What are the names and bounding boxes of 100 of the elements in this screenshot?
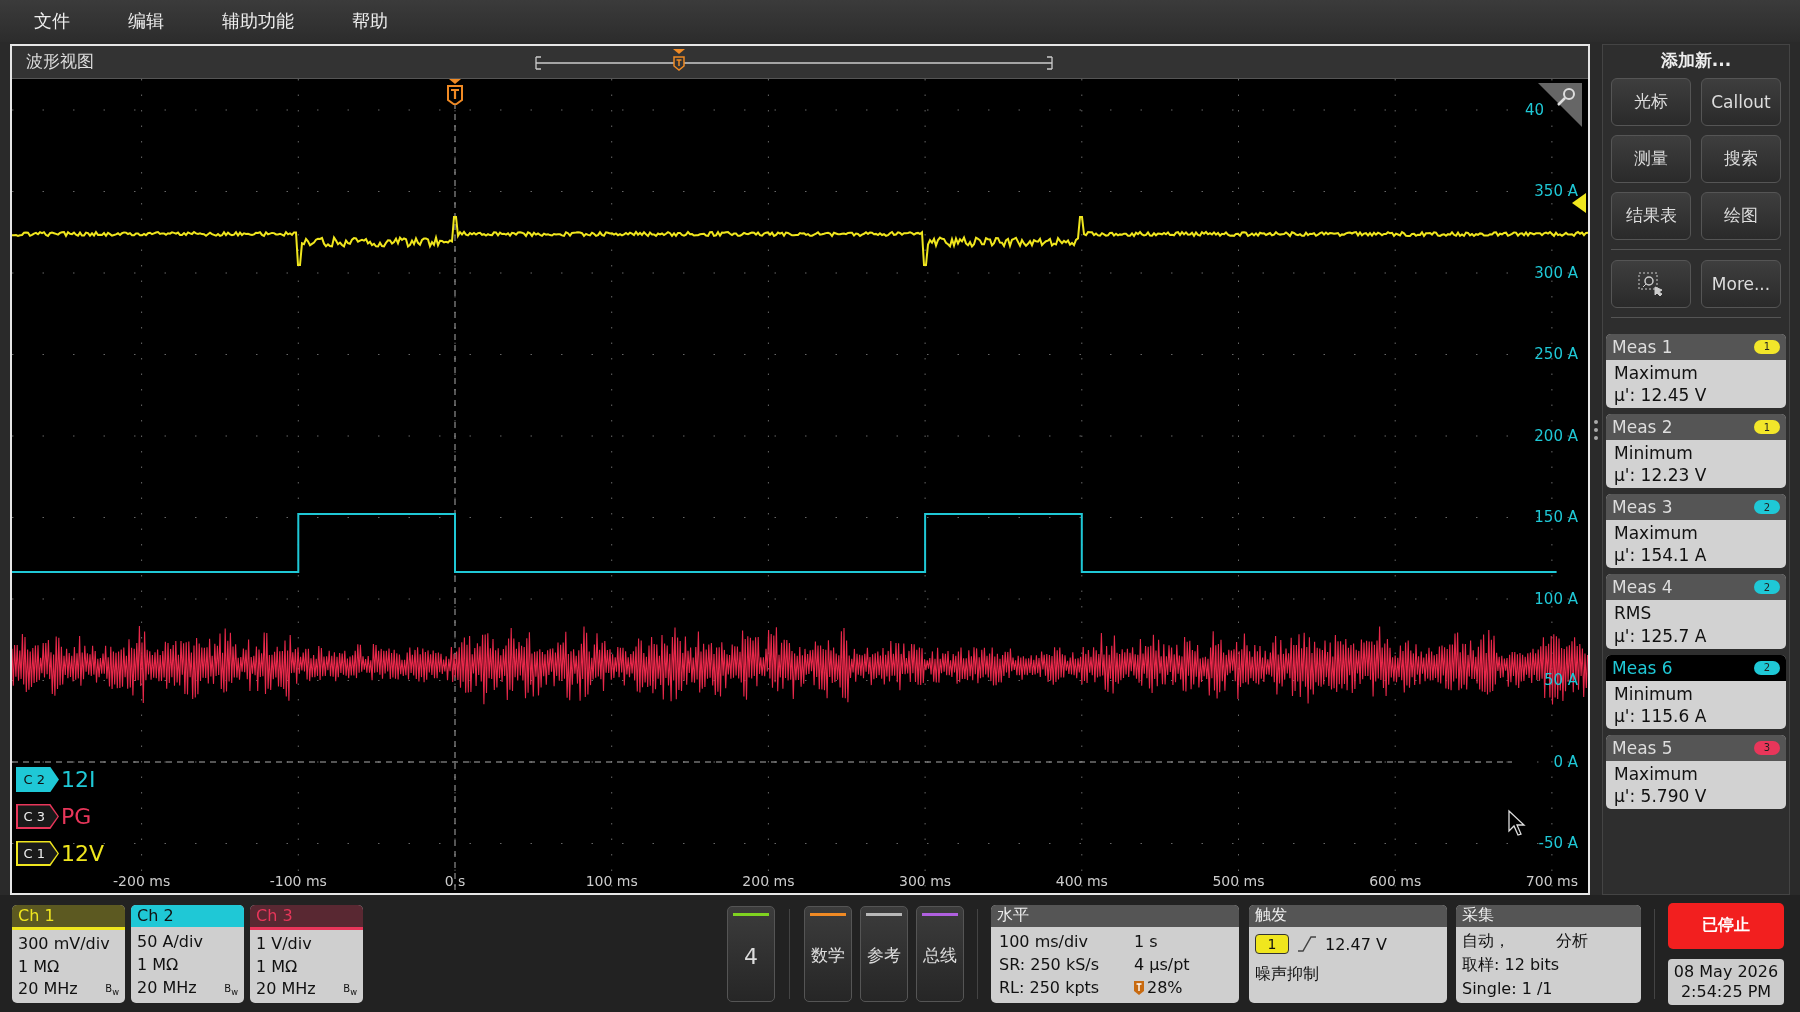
rising-edge-icon: [1297, 936, 1317, 953]
date-text: 08 May 2026: [1673, 962, 1779, 982]
measurement-card[interactable]: Meas 2 1 Minimum µ': 12.23 V: [1606, 414, 1786, 489]
measurement-header[interactable]: Meas 4 2: [1606, 574, 1786, 601]
trigger-marker-icon: [446, 78, 464, 105]
time-text: 2:54:25 PM: [1680, 981, 1772, 1001]
trigger-mode: 噪声抑制: [1255, 964, 1320, 986]
channel-card[interactable]: Ch 3 1 V/div 1 MΩ 20 MHz B$_{w}$: [250, 904, 363, 1003]
measurement-type: Maximum: [1614, 522, 1699, 545]
measurement-card[interactable]: Meas 6 2 Minimum µ': 115.6 A: [1606, 654, 1786, 729]
channel-setting: 20 MHz: [256, 978, 316, 998]
axis-label: 700 ms: [1525, 872, 1578, 889]
horizontal-card[interactable]: 水平 100 ms/div 1 s SR: 250 kS/s 4 µs/pt RL: 250 kpts 28%: [991, 904, 1239, 1003]
measurement-title: Meas 4: [1612, 577, 1673, 598]
add-button[interactable]: 光标: [1611, 77, 1691, 126]
add-button[interactable]: 数学: [804, 905, 852, 1002]
view-title: 波形视图: [25, 50, 94, 74]
axis-label: 400 ms: [1055, 872, 1108, 889]
measurement-card[interactable]: Meas 1 1 Maximum µ': 12.45 V: [1606, 333, 1786, 409]
channel-badge[interactable]: C 3: [16, 803, 59, 829]
axis-label: 0 A: [1553, 752, 1578, 771]
channel-setting: 1 MΩ: [18, 956, 60, 976]
trigger-card[interactable]: 触发 1 12.47 V 噪声抑制: [1249, 904, 1447, 1003]
source-badge: 1: [1255, 934, 1289, 955]
axis-label: 300 ms: [899, 872, 952, 889]
measurement-card[interactable]: Meas 4 2 RMS µ': 125.7 A: [1606, 574, 1786, 649]
acquisition-card[interactable]: 采集 自动， 分析 取样: 12 bits Single: 1 /1: [1456, 904, 1641, 1003]
menu-item[interactable]: 辅助功能: [222, 8, 294, 33]
measurement-type: RMS: [1614, 602, 1653, 625]
measurement-header[interactable]: Meas 3 2: [1606, 494, 1786, 521]
measurement-title: Meas 2: [1612, 417, 1673, 438]
add-button[interactable]: 参考: [860, 905, 908, 1002]
channel-name: 12V: [61, 840, 105, 866]
channel-name: 12I: [61, 766, 96, 792]
bandwidth-label: B$_{w}$: [224, 982, 238, 997]
add-button[interactable]: 总线: [916, 905, 964, 1002]
measurement-card[interactable]: Meas 3 2 Maximum µ': 154.1 A: [1606, 494, 1786, 569]
panel-title: 添加新...: [1660, 48, 1732, 72]
add-button[interactable]: More...: [1701, 259, 1781, 308]
measurement-value: µ': 5.790 V: [1614, 784, 1708, 808]
add-button[interactable]: 测量: [1611, 134, 1691, 183]
measurement-title: Meas 3: [1612, 497, 1673, 518]
axis-label: 100 A: [1534, 589, 1578, 608]
analysis-label: 分析: [1556, 931, 1588, 953]
source-badge: 2: [1754, 500, 1780, 515]
resize-handle-icon[interactable]: [1593, 418, 1599, 441]
menu-item[interactable]: 帮助: [352, 8, 388, 33]
horizontal-setting: SR: 250 kS/s: [999, 955, 1100, 975]
axis-label: -50 A: [1538, 834, 1578, 853]
axis-label: 200 ms: [742, 872, 795, 889]
card-title: 触发: [1249, 904, 1447, 927]
channel-setting: 50 A/div: [137, 931, 203, 951]
measurement-value: µ': 12.45 V: [1614, 384, 1708, 407]
measurement-header[interactable]: Meas 6 2: [1606, 654, 1786, 681]
horizontal-setting: RL: 250 kpts: [999, 978, 1100, 998]
measurement-card[interactable]: Meas 5 3 Maximum µ': 5.790 V: [1606, 734, 1786, 810]
channel-name: PG: [61, 803, 92, 829]
channel-setting: 20 MHz: [137, 978, 197, 998]
channel-card[interactable]: Ch 2 50 A/div 1 MΩ 20 MHz B$_{w}$: [131, 904, 244, 1003]
channel-setting: 1 MΩ: [256, 956, 298, 976]
menu-item[interactable]: 编辑: [128, 8, 164, 33]
axis-label: 40: [1524, 100, 1544, 119]
measurement-value: µ': 12.23 V: [1614, 464, 1708, 487]
axis-label: 300 A: [1534, 263, 1578, 282]
cursor-icon: [1508, 809, 1526, 836]
axis-label: 500 ms: [1212, 872, 1265, 889]
channel-badge[interactable]: C 1: [16, 840, 59, 866]
horizontal-setting: 4 µs/pt: [1134, 955, 1190, 975]
zoom-box-icon: [1638, 271, 1664, 296]
source-badge: 1: [1754, 420, 1780, 435]
measurement-title: Meas 6: [1612, 657, 1673, 678]
trigger-position: 28%: [1147, 978, 1183, 998]
trigger-level: 12.47 V: [1325, 934, 1387, 954]
channel-badge[interactable]: C 2: [16, 766, 59, 792]
add-button[interactable]: Callout: [1701, 77, 1781, 126]
acquisition-setting: Single: 1 /1: [1462, 979, 1554, 999]
measurement-header[interactable]: Meas 1 1: [1606, 333, 1786, 360]
measurement-header[interactable]: Meas 2 1: [1606, 414, 1786, 441]
acquisition-mode: 自动，: [1462, 931, 1510, 953]
zoom-select-button[interactable]: [1611, 259, 1691, 308]
add-button[interactable]: 绘图: [1701, 191, 1781, 240]
add-button[interactable]: 搜索: [1701, 134, 1781, 183]
axis-label: 0 s: [444, 872, 466, 889]
measurement-type: Maximum: [1614, 361, 1699, 384]
axis-label: 100 ms: [585, 872, 638, 889]
card-title: 采集: [1456, 904, 1641, 927]
run-stop-button[interactable]: 已停止: [1668, 902, 1784, 949]
add-button[interactable]: 4: [727, 905, 775, 1002]
measurement-header[interactable]: Meas 5 3: [1606, 734, 1786, 761]
channel-title: Ch 3: [250, 904, 363, 930]
menu-item[interactable]: 文件: [34, 8, 70, 33]
channel-setting: 1 V/div: [256, 934, 312, 954]
bandwidth-label: B$_{w}$: [343, 982, 357, 997]
add-button[interactable]: 结果表: [1611, 191, 1691, 240]
axis-label: 350 A: [1534, 182, 1578, 201]
channel-card[interactable]: Ch 1 300 mV/div 1 MΩ 20 MHz B$_{w}$: [12, 904, 125, 1003]
horizontal-setting: 1 s: [1134, 931, 1158, 951]
source-badge: 2: [1754, 660, 1780, 675]
source-badge: 2: [1754, 580, 1780, 595]
measurement-value: µ': 154.1 A: [1614, 544, 1708, 567]
